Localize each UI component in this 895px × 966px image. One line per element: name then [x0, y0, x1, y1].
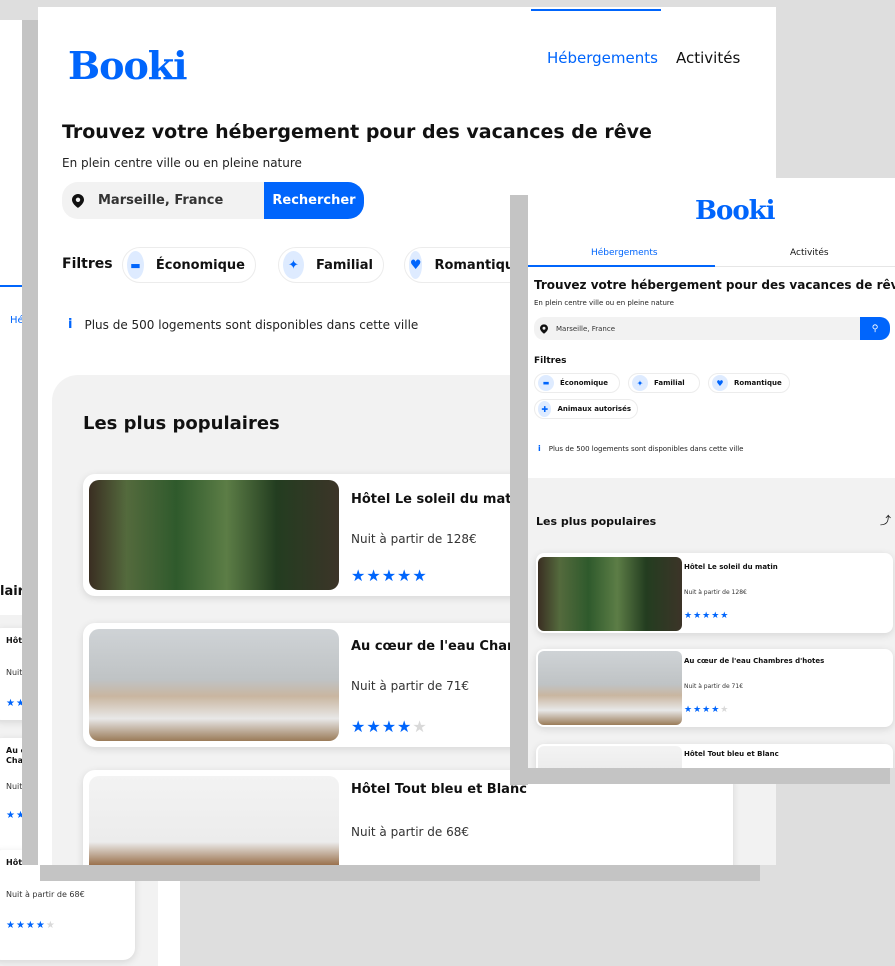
nav-divider	[715, 266, 895, 267]
search-bar: Marseille, France Rechercher	[62, 182, 364, 219]
filter-familial[interactable]: ✦ Familial	[628, 373, 700, 393]
info-icon: i	[538, 444, 541, 453]
location-pin-icon	[62, 182, 94, 219]
hotel-price: Nuit à partir de 71€	[351, 679, 470, 693]
page-title: Trouvez votre hébergement pour des vacan…	[62, 121, 652, 143]
nav-link-hebergements[interactable]: Hébergements	[547, 49, 658, 67]
search-input[interactable]: Marseille, France	[554, 317, 860, 340]
money-icon: ▬	[127, 251, 144, 279]
search-input[interactable]: Marseille, France	[94, 182, 264, 219]
page-title: Trouvez votre hébergement pour des vacan…	[534, 278, 895, 292]
hotel-card[interactable]: Hôtel Le soleil du matin Nuit à partir d…	[536, 553, 893, 633]
dog-icon: ✚	[538, 401, 552, 417]
location-pin-icon	[534, 317, 554, 340]
hotel-price: Nuit à partir de 128€	[684, 589, 747, 596]
hotel-card[interactable]: Au cœur de l'eau Chambres d Nuit à parti…	[83, 623, 563, 747]
filters-label: Filtres	[62, 256, 113, 272]
child-icon: ✦	[632, 375, 648, 391]
hotel-name: Au cœur de l'eau Chambres d'hotes	[684, 657, 825, 665]
filter-economique[interactable]: ▬ Économique	[122, 247, 256, 283]
nav-link-activites[interactable]: Activités	[676, 49, 740, 67]
hotel-photo	[538, 651, 682, 725]
hotel-price: Nuit à partir de 68€	[6, 890, 85, 899]
info-banner: i Plus de 500 logements sont disponibles…	[68, 317, 418, 332]
money-icon: ▬	[538, 375, 554, 391]
hotel-name: Hôtel Le soleil du matin	[351, 492, 526, 507]
filter-label: Économique	[155, 257, 245, 273]
search-button[interactable]: Rechercher	[264, 182, 364, 219]
nav-link-hebergements[interactable]: Hébergements	[591, 248, 658, 258]
hotel-name: Hôtel Le soleil du matin	[684, 563, 778, 571]
nav-active-indicator	[528, 265, 715, 267]
tablet-screenshot: Booki Hébergements Activités Trouvez vot…	[528, 178, 895, 768]
frame-shadow-bottom	[40, 865, 760, 881]
child-icon: ✦	[283, 251, 304, 279]
info-banner: i Plus de 500 logements sont disponibles…	[538, 444, 744, 453]
tablet-shadow-bottom	[510, 768, 890, 784]
info-text: Plus de 500 logements sont disponibles d…	[548, 444, 744, 453]
hotel-card[interactable]: Hôtel Le soleil du matin Nuit à partir d…	[83, 474, 563, 596]
hotel-price: Nuit à partir de 68€	[351, 825, 470, 839]
filter-economique[interactable]: ▬ Économique	[534, 373, 620, 393]
filter-romantique[interactable]: ♥ Romantique	[708, 373, 790, 393]
nav-active-indicator	[531, 9, 661, 11]
page-subtitle: En plein centre ville ou en pleine natur…	[534, 299, 674, 307]
search-icon: ⚲	[871, 323, 879, 334]
info-icon: i	[68, 317, 73, 332]
hotel-photo	[538, 746, 682, 768]
popular-title: Les plus populaires	[536, 515, 657, 528]
nav-link-activites[interactable]: Activités	[790, 248, 829, 258]
filter-label: Familial	[315, 257, 373, 273]
filter-label: Animaux autorisés	[557, 405, 631, 413]
info-text: Plus de 500 logements sont disponibles d…	[84, 317, 419, 332]
filter-label: Romantique	[734, 379, 782, 387]
hotel-name: Hôtel Tout bleu et Blanc	[684, 750, 779, 758]
filter-label: Familial	[654, 379, 685, 387]
rating-stars: ★★★★★	[6, 920, 56, 931]
tablet-shadow-left	[510, 195, 528, 785]
filter-familial[interactable]: ✦ Familial	[278, 247, 384, 283]
hotel-name: Hôtel Tout bleu et Blanc	[351, 782, 527, 797]
booki-logo[interactable]: Booki	[68, 43, 188, 88]
hotel-card[interactable]: Hôtel Tout bleu et Blanc	[536, 744, 893, 768]
rating-stars: ★★★★★	[351, 717, 428, 736]
rating-stars: ★★★★★	[684, 611, 730, 621]
page-subtitle: En plein centre ville ou en pleine natur…	[62, 156, 302, 170]
heart-icon: ♥	[409, 251, 423, 279]
rating-stars: ★★★★★	[684, 705, 730, 715]
hotel-photo	[538, 557, 682, 631]
filters-label: Filtres	[534, 356, 567, 366]
hotel-price: Nuit à partir de 128€	[351, 532, 477, 546]
search-bar: Marseille, France ⚲	[534, 317, 890, 340]
rating-stars: ★★★★★	[351, 566, 428, 585]
hotel-price: Nuit à partir de 71€	[684, 683, 744, 690]
hotel-photo	[89, 776, 339, 865]
filter-animaux[interactable]: ✚ Animaux autorisés	[534, 399, 638, 419]
filter-label: Économique	[560, 379, 608, 387]
heart-icon: ♥	[712, 375, 728, 391]
hotel-card[interactable]: Hôtel Tout bleu et Blanc Nuit à partir d…	[83, 770, 733, 865]
popular-title: Les plus populaires	[83, 413, 280, 434]
hotel-card[interactable]: Au cœur de l'eau Chambres d'hotes Nuit à…	[536, 649, 893, 727]
search-button[interactable]: ⚲	[860, 317, 890, 340]
hotel-photo	[89, 480, 339, 590]
booki-logo[interactable]: Booki	[695, 196, 776, 226]
trending-icon[interactable]: ⤴	[880, 512, 891, 528]
hotel-photo	[89, 629, 339, 741]
